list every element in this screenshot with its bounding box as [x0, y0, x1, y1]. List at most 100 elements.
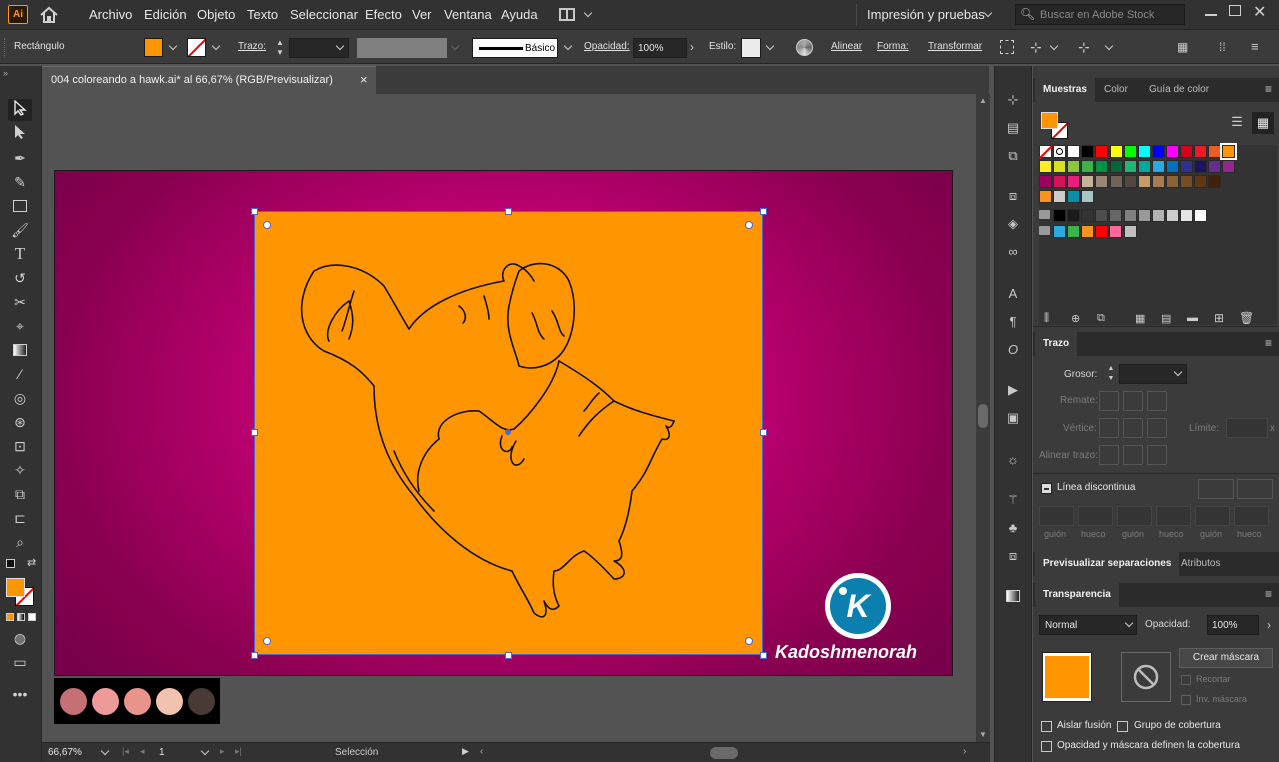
default-colors-icon[interactable]: [6, 559, 15, 568]
align-stroke-buttons[interactable]: [1099, 445, 1171, 465]
swatch[interactable]: [1137, 175, 1151, 188]
panel-menu-icon[interactable]: ≡: [1265, 82, 1272, 96]
limit-input[interactable]: [1226, 418, 1268, 438]
swatch[interactable]: [1165, 209, 1179, 222]
align-to-icon[interactable]: ⊹: [1030, 39, 1042, 56]
menu-seleccionar[interactable]: Seleccionar: [290, 7, 358, 22]
swatch[interactable]: [1165, 145, 1179, 158]
tab-previsualizar-separaciones[interactable]: Previsualizar separaciones: [1035, 552, 1180, 576]
swatch[interactable]: [1039, 160, 1052, 173]
bounding-box-handle[interactable]: [251, 652, 258, 659]
tab-transparencia[interactable]: Transparencia: [1035, 583, 1119, 607]
brushes-panel-icon[interactable]: ⚚: [1004, 492, 1022, 508]
bounding-box-handle[interactable]: [760, 208, 767, 215]
transform-link[interactable]: Transformar: [928, 41, 982, 52]
swatch[interactable]: [1081, 225, 1095, 238]
swatch[interactable]: [1123, 209, 1137, 222]
swatch[interactable]: [1053, 160, 1067, 173]
swatch[interactable]: [1194, 175, 1208, 188]
control-menu-icon[interactable]: ≡: [1251, 39, 1259, 54]
align-panel-icon[interactable]: ▤: [1004, 120, 1022, 136]
chevron-down-icon[interactable]: [765, 41, 775, 51]
swatch[interactable]: [1095, 209, 1109, 222]
swatch[interactable]: [1053, 190, 1067, 203]
curvature-tool-icon[interactable]: ✎: [9, 172, 31, 192]
corner-widget[interactable]: [745, 637, 753, 645]
menu-efecto[interactable]: Efecto: [365, 7, 402, 22]
swatch-kinds-icon[interactable]: ⊕: [1071, 312, 1080, 325]
collapse-icon[interactable]: »: [3, 68, 8, 78]
actions-panel-icon[interactable]: ▶: [1004, 382, 1022, 398]
tab-atributos[interactable]: Atributos: [1173, 552, 1228, 576]
bounding-box-handle[interactable]: [251, 429, 258, 436]
swatch[interactable]: [1123, 160, 1137, 173]
swatch[interactable]: [1109, 145, 1123, 158]
dash-input[interactable]: [1039, 506, 1074, 526]
artboard-tool-icon[interactable]: ⊏: [9, 508, 31, 528]
stock-search-input[interactable]: 🔍︎ Buscar en Adobe Stock: [1015, 4, 1185, 25]
paragraph-panel-icon[interactable]: ¶: [1004, 314, 1022, 330]
paintbrush-tool-icon[interactable]: 🖌︎: [9, 220, 31, 240]
list-view-icon[interactable]: ☰: [1228, 114, 1246, 132]
make-mask-button[interactable]: Crear máscara: [1179, 648, 1273, 668]
swatch-list-icon[interactable]: ▤: [1161, 312, 1171, 325]
gap-input[interactable]: [1156, 506, 1191, 526]
menu-texto[interactable]: Texto: [247, 7, 278, 22]
knockout-group-checkbox[interactable]: [1117, 721, 1128, 732]
prev-artboard-button[interactable]: ◂: [140, 746, 145, 757]
recolor-artwork-icon[interactable]: [796, 39, 813, 56]
next-artboard-button[interactable]: ▸: [220, 746, 225, 757]
swap-colors-icon[interactable]: ⇄: [27, 556, 36, 569]
panel-menu-icon[interactable]: ≡: [1265, 587, 1272, 601]
chevron-down-icon[interactable]: [1049, 41, 1059, 51]
delete-swatch-icon[interactable]: 🗑︎: [1239, 311, 1254, 325]
swatch[interactable]: [1053, 209, 1066, 222]
align-link[interactable]: Alinear: [831, 41, 862, 52]
swatch[interactable]: [1095, 175, 1109, 188]
status-menu-arrow[interactable]: ▶: [462, 746, 469, 757]
swatch[interactable]: [1151, 175, 1165, 188]
corner-widget[interactable]: [263, 637, 271, 645]
swatch[interactable]: [1067, 225, 1081, 238]
menu-edicion[interactable]: Edición: [144, 7, 187, 22]
gradient-panel-icon[interactable]: [1004, 588, 1022, 604]
bounding-box-handle[interactable]: [760, 429, 767, 436]
swatch[interactable]: [1081, 175, 1095, 188]
swatch[interactable]: [1180, 175, 1193, 188]
scroll-right-arrow[interactable]: ›: [963, 746, 966, 757]
bounding-box-handle[interactable]: [505, 652, 512, 659]
column-graph-tool-icon[interactable]: ⊡: [9, 436, 31, 456]
type-tool-icon[interactable]: T: [9, 244, 31, 264]
dash-align-corners-button[interactable]: [1198, 479, 1234, 499]
bounding-box-handle[interactable]: [760, 652, 767, 659]
swatch[interactable]: [1081, 145, 1095, 158]
scroll-thumb[interactable]: [978, 404, 988, 428]
artboards-panel-icon[interactable]: ⧈: [1004, 188, 1022, 204]
stroke-none-swatch[interactable]: [187, 38, 206, 57]
swatch[interactable]: [1081, 190, 1095, 203]
chevron-down-icon[interactable]: [1104, 41, 1114, 51]
pen-tool-icon[interactable]: ✒: [9, 148, 31, 168]
swatch[interactable]: [1095, 225, 1109, 238]
swatch[interactable]: [1067, 145, 1081, 158]
swatch[interactable]: [1053, 225, 1066, 238]
chevron-down-icon[interactable]: [563, 41, 573, 51]
graphic-styles-panel-icon[interactable]: ⧈: [1004, 548, 1022, 564]
close-window-button[interactable]: ✕: [1253, 2, 1266, 22]
shape-link[interactable]: Forma:: [877, 41, 909, 52]
corner-widget[interactable]: [263, 221, 271, 229]
direct-selection-tool-icon[interactable]: [9, 124, 31, 144]
opacity-input[interactable]: 100%: [633, 38, 687, 58]
swatch[interactable]: [1222, 160, 1236, 173]
slice-tool-icon[interactable]: ✧: [9, 460, 31, 480]
swatch[interactable]: [1123, 225, 1137, 238]
bounding-box-handle[interactable]: [505, 208, 512, 215]
fill-color-swatch[interactable]: [144, 38, 163, 57]
swatch[interactable]: [1081, 160, 1095, 173]
scissors-tool-icon[interactable]: ✂: [9, 292, 31, 312]
swatch[interactable]: [1137, 145, 1151, 158]
swatch[interactable]: [1109, 209, 1123, 222]
dash-input[interactable]: [1195, 506, 1230, 526]
tab-color[interactable]: Color: [1096, 78, 1136, 102]
swatch[interactable]: [1137, 160, 1151, 173]
